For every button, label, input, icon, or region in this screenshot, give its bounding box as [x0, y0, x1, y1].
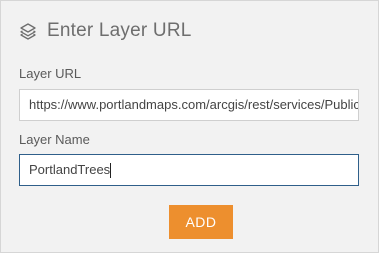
add-button[interactable]: ADD	[169, 205, 233, 239]
text-caret	[110, 163, 112, 179]
layer-name-label: Layer Name	[19, 132, 90, 147]
layer-url-label: Layer URL	[19, 66, 82, 81]
enter-layer-url-panel: Enter Layer URL Layer URL https://www.po…	[0, 0, 379, 253]
layer-name-value: PortlandTrees	[29, 162, 111, 177]
panel-title: Enter Layer URL	[47, 20, 192, 41]
layer-url-input[interactable]: https://www.portlandmaps.com/arcgis/rest…	[19, 89, 359, 121]
panel-header: Enter Layer URL	[19, 19, 192, 43]
layer-name-input[interactable]: PortlandTrees	[19, 154, 359, 186]
layer-url-value: https://www.portlandmaps.com/arcgis/rest…	[29, 97, 359, 112]
layers-icon	[19, 22, 37, 40]
